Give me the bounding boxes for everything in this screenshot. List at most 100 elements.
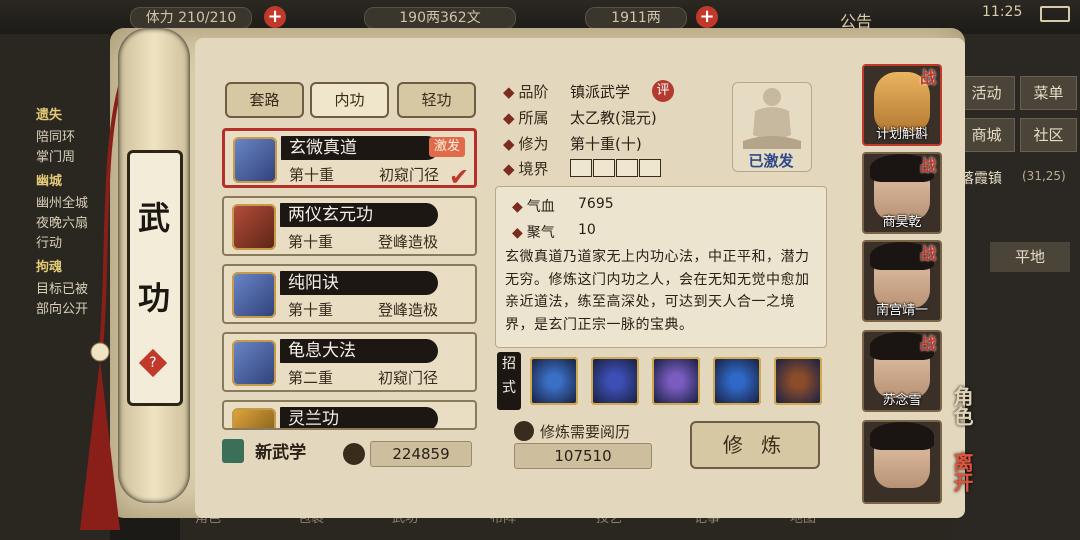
character-name: 南宫靖一 [875, 303, 928, 318]
realm-boxes [570, 158, 662, 177]
skill-book-icon [232, 204, 276, 250]
scroll-title-top: 武 [138, 199, 171, 237]
help-glyph: ? [149, 355, 157, 371]
skill-level: 第二重 [288, 369, 334, 387]
skill-rank: 登峰造极 [378, 233, 439, 251]
character-name: 计划斛斟 [875, 127, 928, 142]
quest-title[interactable]: 拘魂 [36, 256, 62, 275]
skill-book-icon [232, 408, 276, 428]
skill-name: 玄微真道 [281, 136, 439, 160]
quest-title[interactable]: 遗失 [36, 104, 62, 123]
skill-item[interactable]: 两仪玄元功 第十重 登峰造极 [222, 196, 477, 256]
grade-label: ◆ 品阶 [503, 81, 549, 102]
training-requirement-value: 107510 [514, 443, 652, 469]
diamond-icon: ◆ [503, 135, 515, 153]
battle-tag: 战 [920, 156, 937, 175]
stat-row: ◆ 聚气 10 [512, 222, 596, 242]
train-button[interactable]: 修 炼 [690, 421, 820, 469]
monk-aura-icon[interactable] [652, 357, 700, 405]
activated-badge: 激发 [429, 137, 465, 157]
cultivation-value: 第十重(十) [570, 135, 642, 153]
skill-rank: 初窥门径 [378, 369, 439, 387]
stat-row: ◆ 气血 7695 [512, 196, 614, 216]
reading-points-value: 224859 [370, 441, 472, 467]
new-book-icon [222, 438, 244, 463]
gold-display: 1911两 [585, 7, 687, 29]
moves-label: 招式 [497, 352, 521, 410]
realm-label: ◆ 境界 [503, 158, 549, 179]
add-stamina-button[interactable]: + [264, 6, 286, 28]
battle-tag: 战 [920, 334, 937, 353]
add-gold-button[interactable]: + [696, 6, 718, 28]
skill-name: 两仪玄元功 [280, 203, 438, 227]
meditation-icon[interactable] [530, 357, 578, 405]
stat-label: 气血 [526, 199, 555, 215]
leave-button[interactable]: 离开 [948, 452, 977, 492]
activation-status: 已激发 [748, 152, 794, 170]
skill-item[interactable]: 龟息大法 第二重 初窥门径 [222, 332, 477, 392]
monk-figure-icon [743, 88, 801, 149]
tab-inner-skill[interactable]: 内功 [310, 82, 389, 118]
sect-value: 太乙教(混元) [570, 109, 657, 127]
skill-item[interactable]: 玄微真道 激发 第十重 初窥门径 ✔ [222, 128, 477, 191]
shop-button[interactable]: 商城 [958, 118, 1015, 152]
help-icon[interactable]: ? [138, 348, 168, 378]
tab-light-skill[interactable]: 轻功 [397, 82, 476, 118]
sect-label: ◆ 所属 [503, 107, 549, 128]
checkmark-icon: ✔ [449, 163, 470, 191]
skill-level: 第十重 [288, 233, 334, 251]
battle-tag: 战 [920, 68, 937, 87]
cultivation-label: ◆ 修为 [503, 133, 549, 154]
reading-requirement-icon [514, 421, 534, 441]
skill-item[interactable]: 灵兰功 [222, 400, 477, 430]
skill-level: 第十重 [288, 301, 334, 319]
reading-points-icon [343, 443, 365, 465]
sect-label-text: 所属 [518, 109, 549, 127]
diamond-icon: ◆ [512, 225, 523, 241]
realm-label-text: 境界 [518, 160, 549, 178]
scroll-title-bottom: 功 [138, 279, 171, 317]
diamond-icon: ◆ [503, 109, 515, 127]
battery-icon [1040, 6, 1070, 22]
character-hair [870, 422, 934, 450]
menu-button[interactable]: 菜单 [1020, 76, 1077, 110]
sword-light-icon[interactable] [774, 357, 822, 405]
stamina-display: 体力 210/210 [130, 7, 252, 29]
role-button[interactable]: 角色 [948, 386, 977, 426]
quest-title[interactable]: 幽城 [36, 170, 62, 189]
terrain-label: 平地 [990, 242, 1070, 272]
skill-name: 纯阳诀 [280, 271, 438, 295]
lotus-sit-icon[interactable] [713, 357, 761, 405]
clock: 11:25 [982, 4, 1023, 20]
stat-value: 10 [578, 222, 596, 238]
dao-glyph-icon[interactable] [591, 357, 639, 405]
skill-name: 灵兰功 [280, 407, 438, 428]
quest-line: 行动 [36, 236, 63, 251]
location-coords: (31,25) [1022, 169, 1066, 183]
scroll-title-plaque: 武 功 ? [127, 150, 183, 406]
community-button[interactable]: 社区 [1020, 118, 1077, 152]
training-requirement-label: 修炼需要阅历 [540, 423, 631, 441]
skill-book-icon [233, 137, 277, 183]
diamond-icon: ◆ [512, 199, 523, 215]
skill-scroll-icon [232, 272, 276, 318]
cultivation-label-text: 修为 [518, 135, 549, 153]
diamond-icon: ◆ [503, 83, 515, 101]
character-card[interactable] [862, 420, 942, 504]
skill-scroll-icon [232, 340, 276, 386]
character-name: 苏念雪 [882, 393, 922, 408]
new-skill-label: 新武学 [255, 443, 307, 463]
skill-item[interactable]: 纯阳诀 第十重 登峰造极 [222, 264, 477, 324]
grade-label-text: 品阶 [518, 83, 549, 101]
battle-tag: 战 [920, 244, 937, 263]
new-skill-button[interactable]: 新武学 [222, 438, 306, 463]
skill-level: 第十重 [289, 166, 335, 184]
evaluate-button[interactable]: 评 [652, 80, 674, 102]
diamond-icon: ◆ [503, 160, 515, 178]
grade-value: 镇派武学 [570, 83, 631, 101]
tab-routine[interactable]: 套路 [225, 82, 304, 118]
skill-rank: 初窥门径 [379, 166, 440, 184]
skill-rank: 登峰造极 [378, 301, 439, 319]
activity-button[interactable]: 活动 [958, 76, 1015, 110]
skill-name: 龟息大法 [280, 339, 438, 363]
